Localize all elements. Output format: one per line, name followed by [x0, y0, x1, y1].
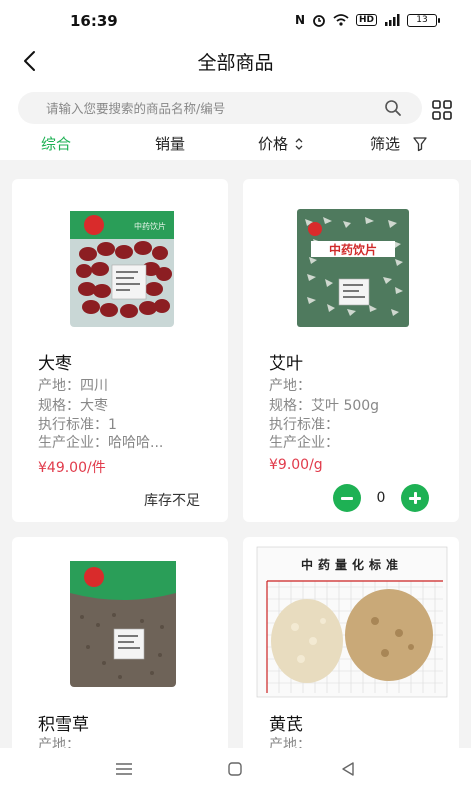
decrease-button[interactable]: [333, 484, 361, 512]
product-standard: 执行标准：: [269, 417, 339, 433]
sort-updown-icon: [295, 137, 303, 150]
product-card[interactable]: 积雪草 产地：: [12, 537, 228, 777]
product-standard: 执行标准：1: [38, 417, 117, 433]
hd-icon: HD: [355, 14, 377, 26]
status-bar: 16:39 N HD 13: [0, 0, 471, 40]
pack-label: 中药饮片: [134, 221, 166, 231]
product-origin: 产地：: [269, 378, 311, 394]
grid-view-icon[interactable]: [432, 100, 452, 120]
system-nav-bar: [0, 748, 471, 791]
quantity-stepper: 0: [333, 484, 429, 512]
product-price: ¥49.00/件: [38, 460, 106, 476]
pack-label: 中药饮片: [329, 242, 377, 257]
header: 全部商品: [0, 40, 471, 84]
sort-comprehensive[interactable]: 综合: [41, 133, 71, 154]
filter-icon: [413, 136, 427, 151]
sort-price[interactable]: 价格: [258, 133, 304, 154]
stock-status: 库存不足: [144, 493, 200, 509]
product-card[interactable]: 中药饮片 艾叶 产地： 规格：艾叶 500g 执行标准： 生产企业： ¥9.00…: [243, 179, 459, 522]
product-spec: 规格：大枣: [38, 398, 108, 414]
battery-icon: 13: [407, 13, 440, 27]
product-name: 大枣: [38, 354, 72, 374]
increase-button[interactable]: [401, 484, 429, 512]
sort-sales[interactable]: 销量: [155, 133, 185, 154]
product-name: 积雪草: [38, 715, 89, 735]
image-chart-title: 中药量化标准: [301, 557, 403, 572]
signal-icon: [385, 14, 400, 26]
search-input[interactable]: [46, 92, 366, 124]
product-spec: 规格：艾叶 500g: [269, 398, 380, 414]
sort-label: 销量: [155, 135, 186, 153]
product-name: 黄芪: [269, 715, 303, 735]
product-image: [70, 561, 176, 687]
search-row: [0, 84, 471, 130]
alarm-icon: [313, 15, 325, 27]
product-manufacturer: 生产企业：哈哈哈...: [38, 435, 164, 451]
sort-label: 筛选: [370, 135, 401, 153]
product-card[interactable]: 中药量化标准 黄芪 产地：: [243, 537, 459, 777]
wifi-icon: [333, 14, 349, 26]
product-card[interactable]: 中药饮片 大枣 产地：四川 规格：大枣 执行标准：1 生产企业：哈哈哈... ¥…: [12, 179, 228, 522]
product-price: ¥9.00/g: [269, 457, 323, 473]
sort-bar: 综合 销量 价格 筛选: [0, 130, 471, 160]
product-origin: 产地：四川: [38, 378, 108, 394]
sort-filter[interactable]: 筛选: [370, 133, 428, 154]
sort-label: 价格: [258, 135, 289, 153]
product-image: 中药饮片: [297, 209, 409, 327]
search-icon[interactable]: [384, 99, 402, 117]
sort-label: 综合: [41, 135, 72, 153]
status-icons: N HD 13: [294, 13, 440, 27]
product-manufacturer: 生产企业：: [269, 435, 339, 451]
product-image: 中药量化标准: [256, 546, 448, 698]
nfc-icon: N: [294, 13, 305, 27]
menu-icon[interactable]: [115, 762, 133, 776]
product-image: 中药饮片: [70, 211, 174, 327]
quantity-value: 0: [376, 490, 386, 506]
home-icon[interactable]: [227, 761, 243, 777]
status-time: 16:39: [70, 12, 118, 30]
search-box[interactable]: [18, 92, 422, 124]
nav-back-icon[interactable]: [340, 761, 356, 777]
product-name: 艾叶: [269, 354, 303, 374]
page-title: 全部商品: [197, 52, 274, 74]
